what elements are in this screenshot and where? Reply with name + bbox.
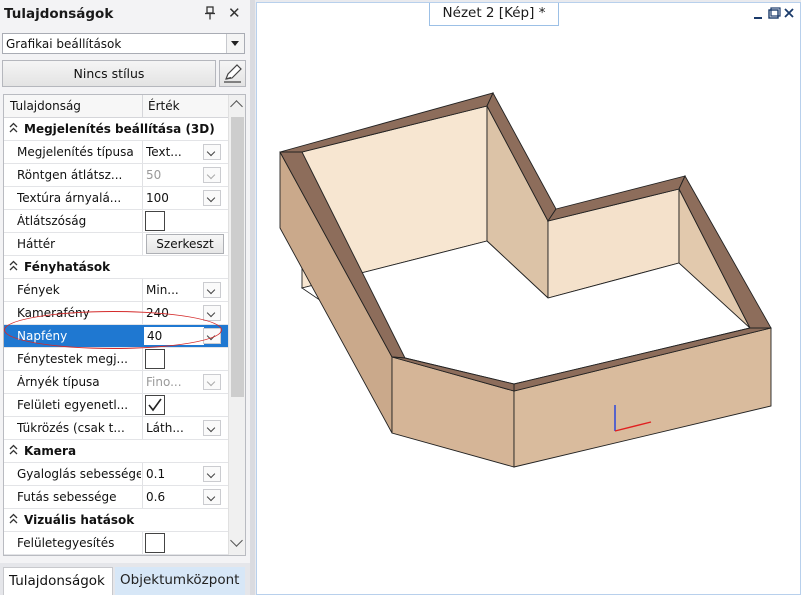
- vertical-scrollbar[interactable]: [228, 95, 245, 555]
- property-value: 50: [146, 168, 162, 182]
- chevron-down-icon[interactable]: [203, 190, 221, 206]
- property-label: Felületegyesítés: [17, 536, 115, 550]
- row-transparency[interactable]: Átlátszóság: [4, 210, 228, 233]
- property-label: Röntgen átlátsz...: [17, 168, 123, 182]
- close-icon[interactable]: ✕: [228, 5, 241, 21]
- row-reflection[interactable]: Tükrözés (csak t... Láth...: [4, 417, 228, 440]
- collapse-icon[interactable]: [9, 122, 18, 134]
- property-value: Fino...: [146, 375, 182, 389]
- scroll-up-icon[interactable]: [230, 100, 243, 113]
- chevron-down-icon[interactable]: [203, 420, 221, 436]
- settings-category-select[interactable]: Grafikai beállítások: [2, 33, 245, 54]
- category-label: Fényhatások: [24, 260, 111, 274]
- property-label: Fénytestek megj...: [17, 352, 128, 366]
- property-label: Textúra árnyalá...: [17, 191, 122, 205]
- property-label: Tükrözés (csak t...: [17, 421, 125, 435]
- scrollbar-thumb[interactable]: [231, 117, 244, 397]
- chevron-down-icon[interactable]: [203, 144, 221, 160]
- row-run-speed[interactable]: Futás sebessége 0.6: [4, 486, 228, 509]
- surface-merge-checkbox[interactable]: [145, 533, 165, 553]
- row-walk-speed[interactable]: Gyaloglás sebessége 0.1: [4, 463, 228, 486]
- view-window[interactable]: Nézet 2 [Kép] *: [256, 2, 801, 595]
- row-display-type[interactable]: Megjelenítés típusa Text...: [4, 141, 228, 164]
- pencil-icon: [224, 64, 242, 83]
- row-background[interactable]: Háttér Szerkeszt: [4, 233, 228, 256]
- edit-background-button[interactable]: Szerkeszt: [146, 234, 224, 254]
- highlight-ellipse: [4, 311, 222, 349]
- property-label: Átlátszóság: [17, 214, 87, 228]
- pin-icon[interactable]: [204, 6, 216, 20]
- row-texture-shade[interactable]: Textúra árnyalá... 100: [4, 187, 228, 210]
- edit-style-button[interactable]: [219, 60, 246, 87]
- tab-object-center[interactable]: Objektumközpont: [115, 567, 245, 595]
- category-display[interactable]: Megjelenítés beállítása (3D): [4, 118, 228, 141]
- chevron-down-icon[interactable]: [203, 466, 221, 482]
- category-camera[interactable]: Kamera: [4, 440, 228, 463]
- 3d-scene[interactable]: [257, 3, 800, 594]
- collapse-icon[interactable]: [9, 513, 18, 525]
- property-value: Text...: [146, 145, 182, 159]
- grid-header: Tulajdonság Érték: [4, 95, 228, 118]
- property-label: Felületi egyenetl...: [17, 398, 129, 412]
- surface-unevenness-checkbox[interactable]: [145, 395, 165, 415]
- property-value: 0.1: [146, 467, 166, 481]
- collapse-icon[interactable]: [9, 260, 18, 272]
- properties-panel: Tulajdonságok ✕ Grafikai beállítások Nin…: [0, 0, 250, 595]
- scroll-down-icon[interactable]: [230, 534, 243, 547]
- column-header-property: Tulajdonság: [10, 99, 81, 113]
- category-label: Vizuális hatások: [24, 513, 135, 527]
- category-light[interactable]: Fényhatások: [4, 256, 228, 279]
- transparency-checkbox[interactable]: [145, 211, 165, 231]
- collapse-icon[interactable]: [9, 444, 18, 456]
- category-label: Megjelenítés beállítása (3D): [24, 122, 215, 136]
- style-button[interactable]: Nincs stílus: [2, 60, 216, 87]
- property-value: Min...: [146, 283, 179, 297]
- chevron-down-icon[interactable]: [203, 489, 221, 505]
- chevron-down-icon[interactable]: [203, 282, 221, 298]
- property-value: Láth...: [146, 421, 184, 435]
- property-label: Árnyék típusa: [17, 375, 100, 389]
- row-surface-merge[interactable]: Felületegyesítés: [4, 532, 228, 555]
- panel-tabs: Tulajdonságok Objektumközpont: [0, 563, 250, 595]
- row-surface-unevenness[interactable]: Felületi egyenetl...: [4, 394, 228, 417]
- panel-title: Tulajdonságok: [4, 6, 114, 22]
- panel-splitter[interactable]: [250, 0, 255, 595]
- property-label: Fények: [17, 283, 60, 297]
- property-label: Futás sebessége: [17, 490, 117, 504]
- property-label: Gyaloglás sebessége: [17, 467, 141, 481]
- category-label: Kamera: [24, 444, 77, 458]
- settings-category-value: Grafikai beállítások: [6, 37, 122, 51]
- chevron-down-icon: [203, 374, 221, 390]
- row-light-fixtures[interactable]: Fénytestek megj...: [4, 348, 228, 371]
- property-label: Háttér: [17, 237, 56, 251]
- tab-properties[interactable]: Tulajdonságok: [3, 567, 113, 595]
- row-lights[interactable]: Fények Min...: [4, 279, 228, 302]
- property-value: 100: [146, 191, 169, 205]
- column-header-value: Érték: [148, 99, 180, 113]
- chevron-down-icon[interactable]: [203, 305, 221, 321]
- checkmark-icon: [148, 398, 162, 412]
- light-fixtures-checkbox[interactable]: [145, 349, 165, 369]
- chevron-down-icon[interactable]: [226, 34, 244, 53]
- property-label: Megjelenítés típusa: [17, 145, 134, 159]
- category-visual[interactable]: Vizuális hatások: [4, 509, 228, 532]
- row-shadow-type: Árnyék típusa Fino...: [4, 371, 228, 394]
- chevron-down-icon: [203, 167, 221, 183]
- row-xray: Röntgen átlátsz... 50: [4, 164, 228, 187]
- property-value: 0.6: [146, 490, 166, 504]
